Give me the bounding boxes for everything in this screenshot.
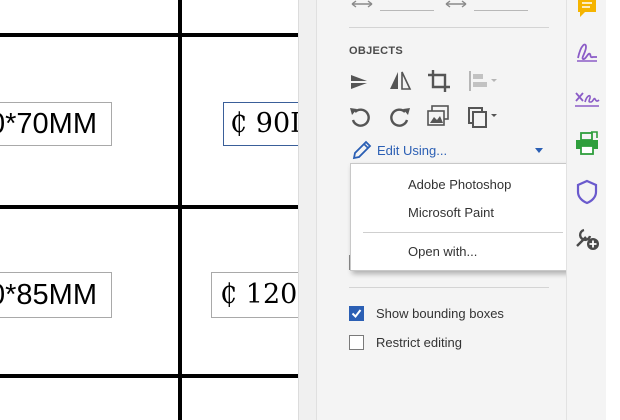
- flip-horizontal-icon[interactable]: [387, 68, 413, 94]
- show-bounding-boxes-label[interactable]: Show bounding boxes: [376, 306, 504, 321]
- restrict-editing-label[interactable]: Restrict editing: [376, 335, 462, 350]
- replace-image-icon[interactable]: [426, 103, 452, 129]
- table-border-horizontal: [0, 33, 298, 37]
- text-box-diameter-1[interactable]: ₵ 90I: [223, 102, 298, 146]
- text-box-value: ₵ 90I: [230, 108, 298, 139]
- menu-item-microsoft-paint[interactable]: Microsoft Paint: [351, 201, 575, 225]
- height-field-underline[interactable]: [474, 10, 528, 11]
- checkmark-icon: [351, 309, 362, 319]
- comment-icon[interactable]: [573, 0, 601, 22]
- document-canvas[interactable]: 0*70MM ₵ 90I 0*85MM ₵ 120: [0, 0, 298, 420]
- panel-splitter[interactable]: [298, 0, 316, 420]
- text-box-diameter-2[interactable]: ₵ 120: [211, 272, 298, 318]
- rotate-clockwise-icon[interactable]: [387, 103, 413, 129]
- text-box-dimension-2[interactable]: 0*85MM: [0, 272, 112, 318]
- menu-item-open-with[interactable]: Open with...: [351, 240, 575, 264]
- more-tools-icon[interactable]: [573, 224, 601, 252]
- width-field-underline[interactable]: [380, 10, 434, 11]
- window-edge: [606, 0, 620, 420]
- menu-divider: [363, 232, 563, 233]
- vertical-spacing-icon: [445, 0, 467, 8]
- table-border-horizontal: [0, 205, 298, 209]
- section-title-objects: OBJECTS: [349, 45, 404, 57]
- text-box-value: 0*85MM: [0, 279, 97, 311]
- section-divider: [349, 287, 549, 288]
- text-box-value: 0*70MM: [0, 108, 97, 140]
- edit-using-menu: Adobe Photoshop Microsoft Paint Open wit…: [350, 163, 576, 271]
- table-border-horizontal: [0, 374, 298, 378]
- print-production-icon[interactable]: [573, 130, 601, 158]
- prepare-form-icon[interactable]: [573, 85, 601, 113]
- table-border-vertical: [178, 0, 182, 420]
- edit-using-dropdown[interactable]: Edit Using...: [349, 139, 549, 161]
- text-box-dimension-1[interactable]: 0*70MM: [0, 102, 112, 146]
- crop-icon[interactable]: [426, 68, 452, 94]
- align-objects-icon[interactable]: [466, 68, 500, 94]
- text-box-value: ₵ 120: [220, 279, 298, 310]
- menu-item-adobe-photoshop[interactable]: Adobe Photoshop: [351, 173, 575, 197]
- rotate-counterclockwise-icon[interactable]: [347, 103, 373, 129]
- edit-using-label: Edit Using...: [377, 143, 448, 158]
- show-bounding-boxes-checkbox[interactable]: [349, 306, 364, 321]
- section-divider: [349, 27, 549, 28]
- rotate-flip-vertical-icon[interactable]: [347, 68, 373, 94]
- chevron-down-icon: [535, 148, 543, 153]
- protect-icon[interactable]: [573, 178, 601, 206]
- fill-sign-icon[interactable]: [573, 38, 601, 66]
- horizontal-spacing-icon: [351, 0, 373, 8]
- restrict-editing-checkbox[interactable]: [349, 335, 364, 350]
- pencil-icon: [352, 140, 372, 160]
- arrange-objects-icon[interactable]: [466, 103, 500, 129]
